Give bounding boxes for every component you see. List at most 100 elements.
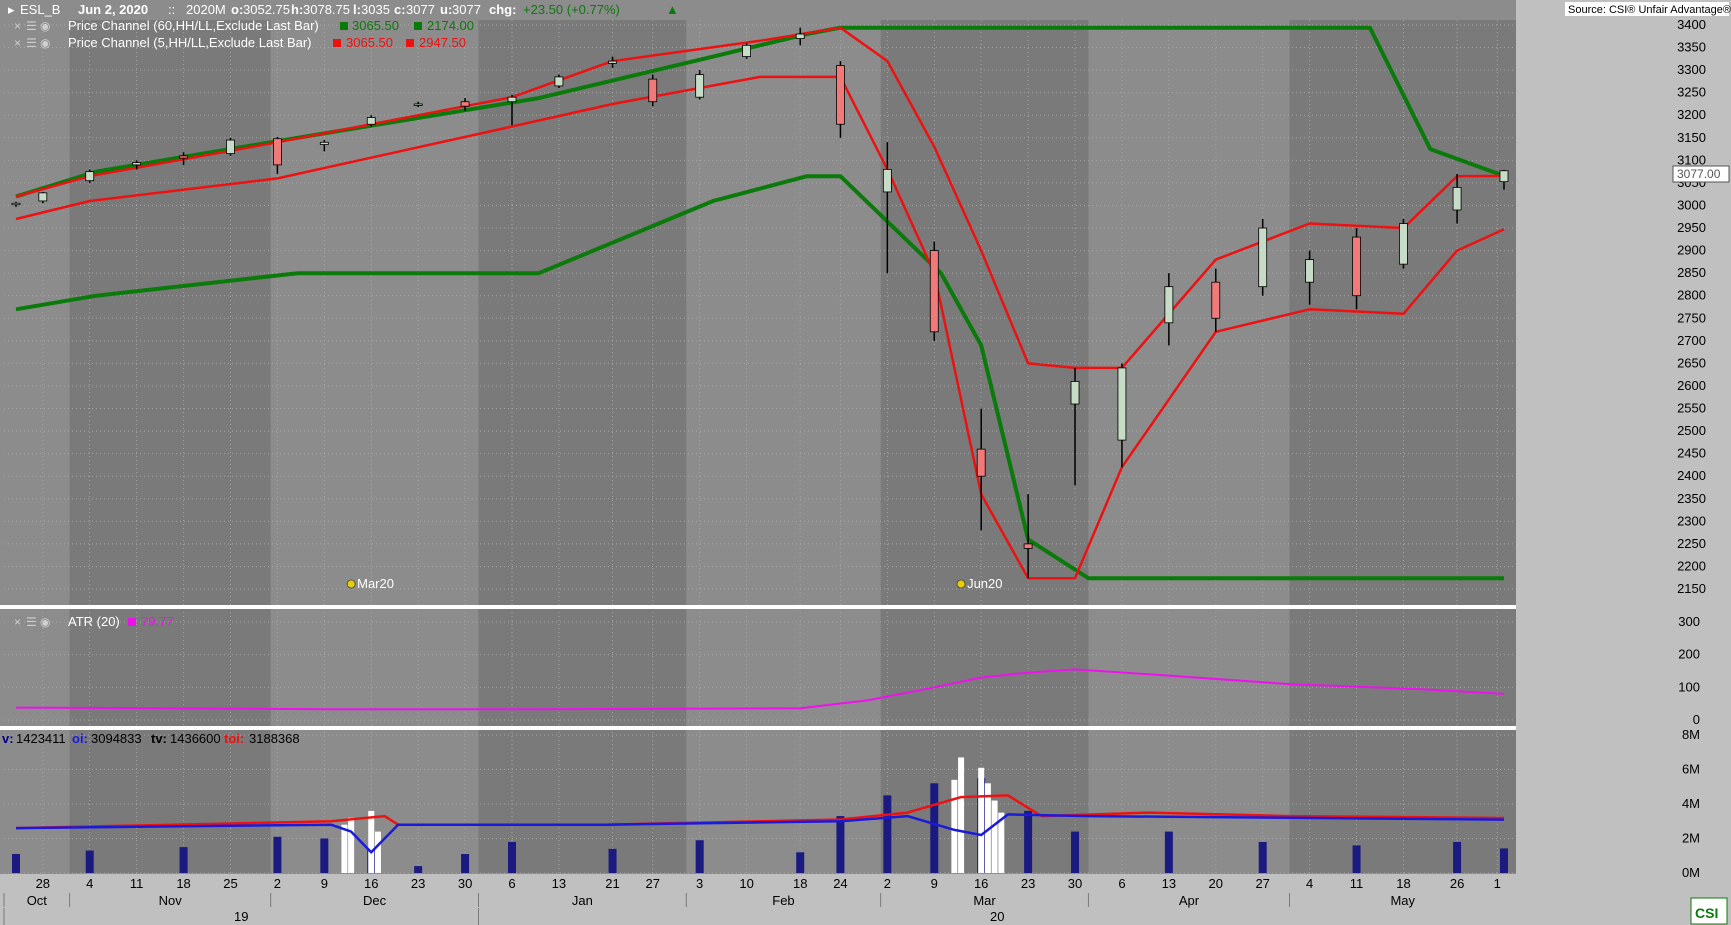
candle-body[interactable] [319,141,329,145]
candle-body[interactable] [273,138,282,166]
candle-body[interactable] [460,101,470,107]
candle-body[interactable] [1164,286,1174,324]
eye-icon[interactable]: ◉ [40,19,50,33]
volume-bar[interactable] [1071,831,1080,873]
x-day-tick-label: 26 [1450,876,1464,891]
indicator-5-label[interactable]: Price Channel (5,HH/LL,Exclude Last Bar) [68,35,312,50]
volume-bar[interactable] [461,854,470,873]
candle-body[interactable] [554,76,564,87]
candle-body[interactable] [38,192,48,202]
eye-icon[interactable]: ◉ [40,36,50,50]
volume-bar[interactable] [414,866,423,873]
candle-body[interactable] [882,168,892,193]
candle-body[interactable] [742,44,751,57]
volume-bar[interactable] [1258,841,1267,873]
volume-bar[interactable] [320,838,329,874]
candle-body[interactable] [1117,367,1127,441]
candle-body[interactable] [366,117,376,125]
indicator-60-label[interactable]: Price Channel (60,HH/LL,Exclude Last Bar… [68,18,319,33]
price-tick-label: 3300 [1677,62,1706,77]
close-icon[interactable]: × [14,36,21,50]
candle-body[interactable] [836,65,845,125]
volume-bar[interactable] [1164,831,1173,873]
x-month-label: Dec [363,893,387,908]
contract-roll-marker-icon[interactable] [346,579,356,589]
chart-svg[interactable]: Mar20 Jun20 21502200225023002350240024502… [0,0,1731,925]
candle-body[interactable] [1211,281,1221,319]
symbol-arrow-icon[interactable]: ▸ [8,2,15,17]
indicator-60-swatch [340,22,348,30]
price-tick-label: 2650 [1677,355,1706,370]
eye-icon[interactable]: ◉ [40,615,50,629]
candle-body[interactable] [226,139,235,154]
open-label: o: [231,2,243,17]
price-tick-label: 2900 [1677,243,1706,258]
x-month-label: May [1390,893,1415,908]
candle-body[interactable] [1070,381,1080,405]
x-day-tick-label: 6 [508,876,515,891]
atr-tick-label: 0 [1693,712,1700,727]
candle-body[interactable] [1023,543,1033,549]
volume-bar[interactable] [1024,810,1033,873]
contract-roll-marker-icon[interactable] [956,579,966,589]
volume-bar[interactable] [1500,848,1508,873]
close-icon[interactable]: × [14,615,21,629]
price-tick-label: 2400 [1677,468,1706,483]
candle-body[interactable] [795,33,805,39]
candle-body[interactable] [11,202,21,206]
candle-body[interactable] [413,103,423,106]
x-day-tick-label: 23 [411,876,425,891]
close-icon[interactable]: × [14,19,21,33]
x-day-tick-label: 13 [552,876,566,891]
volume-bar[interactable] [836,816,845,873]
vol-toi-label: toi: [224,731,244,746]
candle-body[interactable] [695,74,705,98]
candle-body[interactable] [179,155,188,159]
menu-icon[interactable]: ☰ [26,36,37,50]
atr-label[interactable]: ATR (20) [68,614,120,629]
candle-body[interactable] [1258,227,1268,288]
indicator-5-swatch [333,39,341,47]
candle-body[interactable] [929,250,939,333]
total-volume-bar[interactable] [368,810,375,873]
x-month-label: Jan [572,893,593,908]
candle-body[interactable] [1352,236,1361,297]
volume-bar[interactable] [179,847,188,873]
x-day-tick-label: 18 [793,876,807,891]
volume-bar[interactable] [930,783,939,873]
volume-bar[interactable] [883,795,892,873]
x-day-tick-label: 11 [1350,876,1364,891]
volume-bar[interactable] [508,841,516,873]
price-tick-label: 2700 [1677,333,1706,348]
volume-bar[interactable] [273,836,282,873]
total-volume-bar[interactable] [374,831,381,873]
total-volume-bar[interactable] [958,757,965,873]
candle-body[interactable] [85,171,95,182]
menu-icon[interactable]: ☰ [26,615,37,629]
volume-bar[interactable] [796,852,805,873]
total-volume-bar[interactable] [341,824,348,873]
candle-body[interactable] [976,448,986,477]
total-volume-bar[interactable] [991,800,998,873]
total-volume-bar[interactable] [978,767,985,873]
candle-body[interactable] [608,60,617,64]
candle-body[interactable] [1452,187,1462,211]
total-volume-bar[interactable] [951,779,958,873]
candle-body[interactable] [1399,223,1408,265]
total-volume-bar[interactable] [348,817,355,873]
volume-bar[interactable] [1352,845,1361,873]
volume-bar[interactable] [608,848,617,873]
volume-bar[interactable] [695,840,704,873]
candle-body[interactable] [648,78,658,103]
panel-divider [0,605,1731,609]
candle-body[interactable] [507,96,517,103]
candle-body[interactable] [132,162,142,166]
symbol-label: ESL_B [20,2,60,17]
price-tick-label: 3200 [1677,107,1706,122]
volume-bar[interactable] [85,850,94,873]
candle-body[interactable] [1499,170,1509,183]
volume-bar[interactable] [1453,841,1462,873]
menu-icon[interactable]: ☰ [26,19,37,33]
volume-bar[interactable] [12,854,20,873]
candle-body[interactable] [1305,259,1315,283]
